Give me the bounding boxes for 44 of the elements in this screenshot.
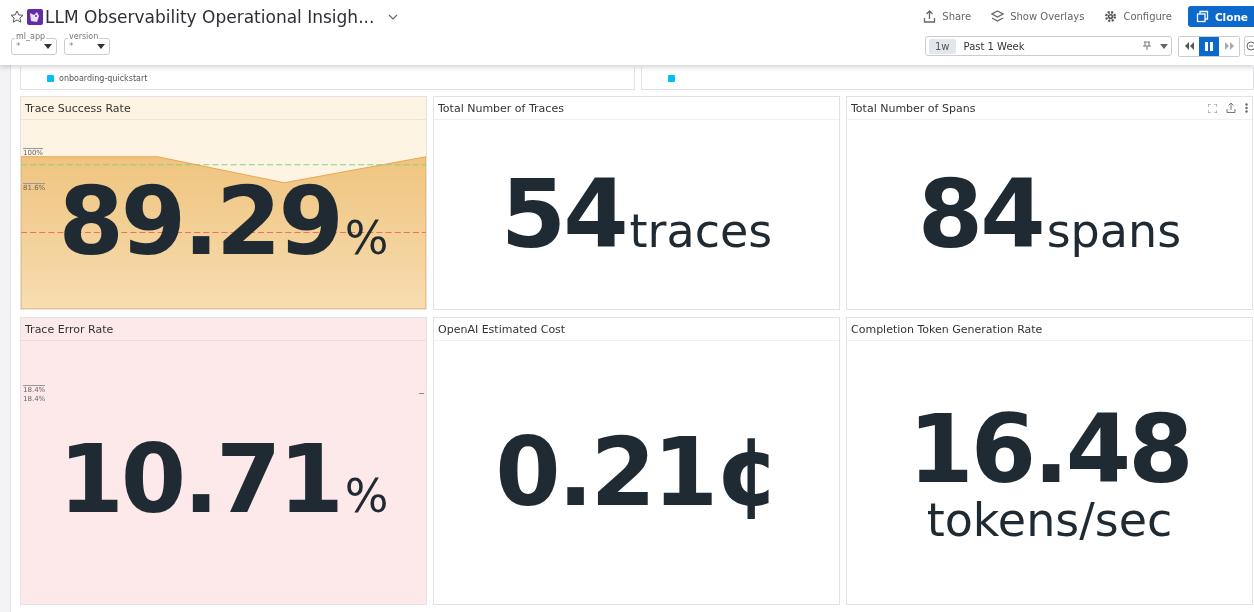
metric-value: 54 [500,167,626,262]
filter-label: ml_app [15,31,47,42]
chevron-down-icon[interactable] [388,12,399,21]
copy-icon [1195,10,1209,23]
widget-title: Trace Success Rate [25,101,132,115]
widget-title: Trace Error Rate [25,322,115,336]
caret-icon [97,43,105,49]
widget-title: Total Number of Traces [438,101,565,115]
layers-icon [991,10,1005,23]
overlays-button[interactable]: Show Overlays [981,6,1095,27]
clone-button[interactable]: Clone [1187,6,1254,27]
pause-icon [1205,41,1213,51]
share-icon [923,10,937,23]
metric-unit: tokens/sec [926,496,1173,543]
metric-unit: traces [629,207,773,254]
metric-value: 89.29 [58,174,341,269]
metric-value: 10.71 [58,432,341,527]
rewind-icon [1184,42,1194,50]
fast-forward-icon [1224,42,1234,50]
widget-title: Total Number of Spans [851,101,977,115]
pause-button[interactable] [1199,36,1219,56]
legend-label: onboarding-quickstart [59,73,148,83]
metric-unit: % [344,214,389,261]
more-icon[interactable] [1245,103,1248,113]
dashboard-title: LLM Observability Operational Insigh... [45,6,375,27]
settings-icon [1104,10,1118,23]
metric-value: 84 [917,167,1043,262]
time-picker[interactable]: 1w Past 1 Week [925,36,1172,56]
logo-icon [27,8,43,25]
share-icon[interactable] [1226,103,1236,113]
metric-value: 0.21¢ [495,425,778,520]
metric-value: 16.48 [908,402,1191,497]
configure-button[interactable]: Configure [1094,6,1182,27]
pin-icon[interactable] [1142,41,1152,51]
caret-icon [44,43,52,49]
tick-mark [419,393,424,394]
caret-icon [1160,43,1168,49]
share-button[interactable]: Share [913,6,982,27]
filter-label: version [68,31,100,42]
widget-title: Completion Token Generation Rate [851,322,1044,336]
star-icon[interactable] [10,9,24,24]
zoom-out-icon[interactable] [1244,36,1254,56]
widget-title: OpenAI Estimated Cost [438,322,567,336]
metric-unit: % [344,472,389,519]
